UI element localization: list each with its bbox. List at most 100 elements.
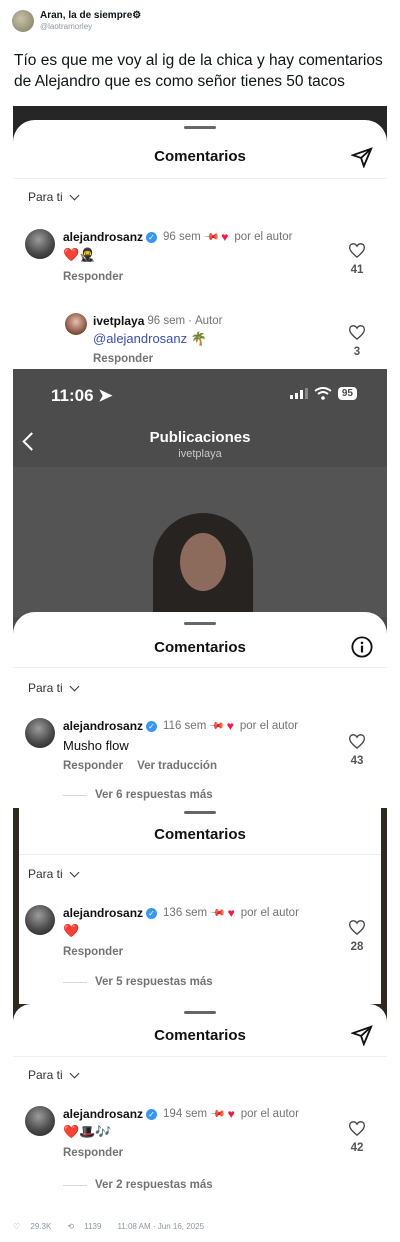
author-label: Autor — [194, 315, 223, 327]
tweet-footer: ♡ 29.3K ⟲ 1139 11:08 AM · Jun 16, 2025 — [13, 1222, 212, 1231]
heart-icon: ♥ — [227, 906, 235, 920]
comment-actions: Responder — [63, 1147, 123, 1159]
screenshot-1: Comentarios Para ti alejandrosanz ✓ 96 s… — [13, 106, 387, 369]
status-time: 11:06 ➤ — [51, 386, 113, 405]
verified-icon: ✓ — [146, 907, 158, 919]
author-liked-label: por el autor — [240, 1108, 299, 1120]
translate-button[interactable]: Ver traducción — [137, 760, 217, 772]
comment-time: 96 sem — [147, 315, 186, 327]
heart-icon: ♥ — [226, 719, 234, 733]
reply-button[interactable]: Responder — [63, 1147, 123, 1159]
author-liked-label: por el autor — [240, 907, 299, 919]
screenshot-3: Comentarios Para ti alejandrosanz ✓ 136 … — [13, 808, 387, 1004]
comment-text: ❤️🥷 — [63, 247, 96, 262]
sheet-handle[interactable] — [184, 126, 216, 129]
heart-outline-icon: ♡ — [13, 1222, 21, 1231]
comment-username[interactable]: alejandrosanz — [63, 1107, 143, 1121]
view-more-replies[interactable]: Ver 5 respuestas más — [63, 976, 213, 988]
comment-header: alejandrosanz ✓ 194 sem 📌 ♥ por el autor — [63, 1105, 299, 1123]
divider — [13, 178, 387, 179]
reply-button[interactable]: Responder — [63, 271, 123, 283]
filter-dropdown[interactable]: Para ti — [28, 867, 80, 881]
pin-icon: 📌 — [202, 228, 220, 246]
comment-time: 194 sem — [163, 1108, 208, 1120]
author-liked-label: por el autor — [234, 231, 293, 243]
comments-sheet: Comentarios Para ti alejandrosanz ✓ 194 … — [13, 1004, 387, 1214]
comment-username[interactable]: alejandrosanz — [63, 719, 143, 733]
chevron-down-icon — [69, 867, 80, 877]
location-icon: ➤ — [98, 386, 113, 405]
tweet-text: Tío es que me voy al ig de la chica y ha… — [14, 52, 383, 90]
avatar[interactable] — [12, 10, 34, 32]
like-button[interactable]: 43 — [345, 734, 369, 767]
divider — [13, 1056, 387, 1057]
page-subtitle: ivetplaya — [178, 448, 222, 460]
avatar[interactable] — [25, 905, 55, 935]
filter-dropdown[interactable]: Para ti — [28, 1068, 80, 1082]
like-stat[interactable]: ♡ 29.3K — [13, 1222, 59, 1231]
heart-outline-icon[interactable] — [349, 1121, 365, 1136]
reply-button[interactable]: Responder — [93, 353, 153, 365]
separator: · — [188, 315, 192, 327]
page-title: Publicaciones — [149, 429, 251, 446]
comment-actions: Responder — [93, 353, 153, 365]
pin-icon: 📌 — [208, 717, 225, 735]
heart-outline-icon[interactable] — [349, 734, 365, 749]
reply-button[interactable]: Responder — [63, 946, 123, 958]
sheet-title: Comentarios — [154, 639, 246, 656]
author-name[interactable]: Aran, la de siempre⚙ — [40, 10, 141, 22]
sheet-handle[interactable] — [184, 622, 216, 625]
sheet-title: Comentarios — [154, 826, 246, 843]
comment-username[interactable]: alejandrosanz — [63, 230, 143, 244]
comment-username[interactable]: alejandrosanz — [63, 906, 143, 920]
send-icon[interactable] — [351, 1024, 373, 1046]
reply-button[interactable]: Responder — [63, 760, 123, 772]
like-button[interactable]: 28 — [345, 920, 369, 953]
filter-dropdown[interactable]: Para ti — [28, 190, 80, 204]
info-icon[interactable] — [351, 636, 373, 658]
author-liked-label: por el autor — [239, 720, 299, 732]
comment-text: Musho flow — [63, 738, 129, 753]
avatar[interactable] — [25, 718, 55, 748]
send-icon[interactable] — [351, 146, 373, 168]
battery-indicator: 95 — [337, 387, 357, 400]
comment-header: ivetplaya 96 sem · Autor — [93, 314, 222, 328]
divider — [63, 981, 87, 983]
chevron-down-icon — [69, 1068, 80, 1078]
heart-outline-icon[interactable] — [349, 243, 365, 258]
comment-header: alejandrosanz ✓ 116 sem 📌 ♥ por el autor — [63, 717, 299, 735]
like-button[interactable]: 42 — [345, 1121, 369, 1154]
comment-actions: Responder — [63, 946, 123, 958]
avatar[interactable] — [65, 313, 87, 335]
avatar[interactable] — [25, 229, 55, 259]
sheet-handle[interactable] — [184, 1011, 216, 1014]
avatar[interactable] — [25, 1106, 55, 1136]
like-button[interactable]: 3 — [345, 325, 369, 358]
heart-outline-icon[interactable] — [349, 920, 365, 935]
pin-icon: 📌 — [209, 1105, 226, 1123]
author-handle[interactable]: @laotramorley — [40, 22, 141, 32]
like-count: 3 — [353, 346, 361, 358]
view-more-replies[interactable]: Ver 2 respuestas más — [63, 1179, 213, 1191]
photo-face — [180, 533, 226, 591]
heart-outline-icon[interactable] — [349, 325, 365, 340]
comment-username[interactable]: ivetplaya — [93, 314, 144, 328]
filter-dropdown[interactable]: Para ti — [28, 681, 80, 695]
status-icons: 95 — [289, 387, 357, 400]
tweet-header: Aran, la de siempre⚙ @laotramorley — [12, 10, 141, 32]
comment-time: 96 sem — [163, 231, 201, 243]
verified-icon: ✓ — [146, 231, 158, 243]
view-more-replies[interactable]: Ver 6 respuestas más — [63, 789, 213, 801]
comment-actions: Responder — [63, 271, 123, 283]
sheet-handle[interactable] — [184, 811, 216, 814]
like-count: 43 — [350, 755, 364, 767]
comment-text[interactable]: @alejandrosanz 🌴 — [93, 331, 207, 347]
heart-icon: ♥ — [221, 230, 229, 244]
like-button[interactable]: 41 — [345, 243, 369, 276]
post-photo[interactable] — [13, 467, 387, 617]
retweet-stat[interactable]: ⟲ 1139 — [67, 1222, 109, 1231]
divider — [63, 1184, 87, 1186]
chevron-down-icon — [69, 681, 80, 691]
tweet-timestamp: 11:08 AM · Jun 16, 2025 — [117, 1222, 205, 1231]
comments-sheet: Comentarios Para ti alejandrosanz ✓ 136 … — [19, 808, 381, 1004]
